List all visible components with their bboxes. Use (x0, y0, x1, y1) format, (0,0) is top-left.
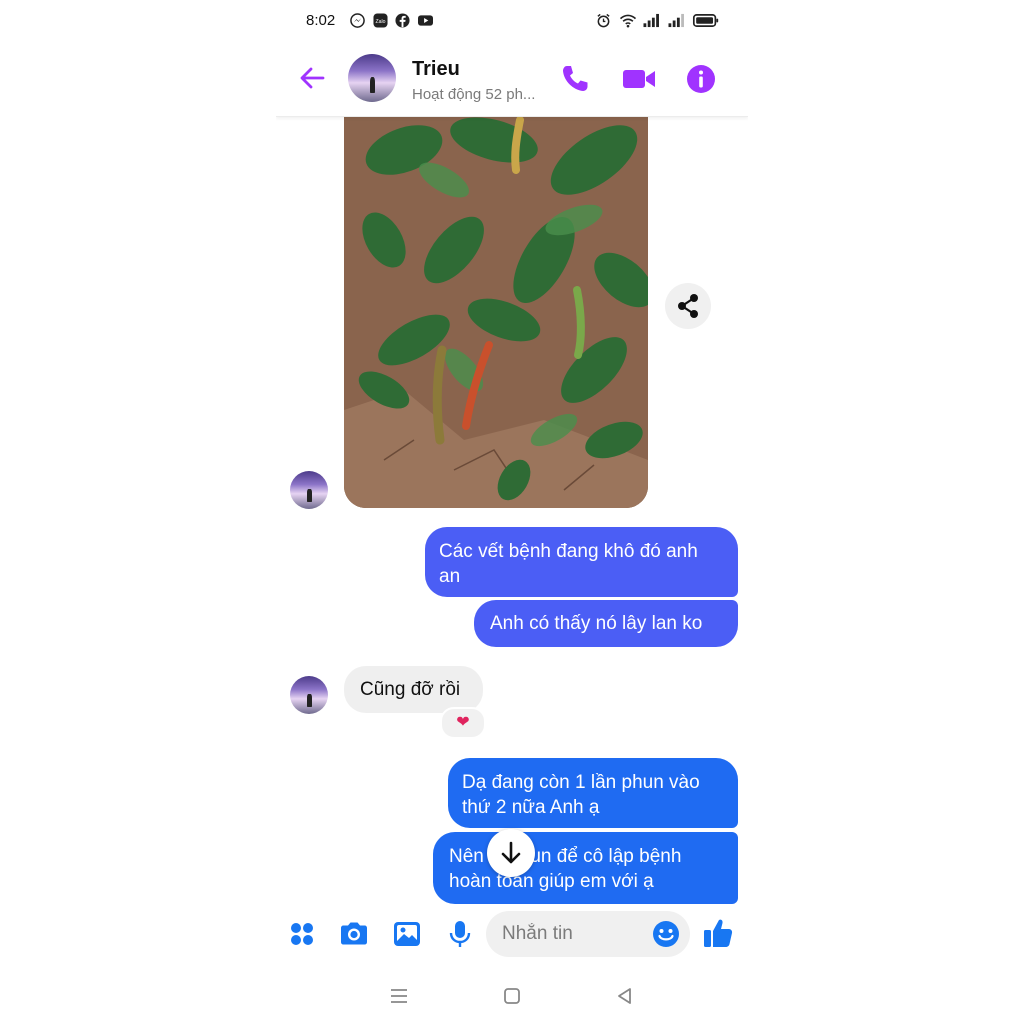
message-composer (276, 906, 748, 964)
messenger-icon (350, 13, 365, 28)
home-icon[interactable] (500, 984, 524, 1008)
messenger-screen: 8:02 Zalo Trieu Hoạt động 52 ph... Các v… (276, 0, 748, 1024)
signal-icon (668, 13, 684, 28)
phone-call-icon[interactable] (558, 62, 592, 96)
apps-menu-icon[interactable] (286, 918, 318, 950)
thumbs-up-icon[interactable] (702, 916, 734, 950)
message-bubble-outgoing[interactable]: Các vết bệnh đang khô đó anh an (425, 527, 738, 597)
message-bubble-outgoing[interactable]: Nên lo phun để cô lập bệnh hoàn toàn giú… (433, 832, 738, 904)
status-bar: 8:02 Zalo (276, 0, 748, 42)
status-time: 8:02 (306, 12, 336, 29)
zalo-icon: Zalo (373, 13, 388, 28)
zalo-icon-text: Zalo (375, 19, 385, 25)
message-bubble-outgoing[interactable]: Anh có thấy nó lây lan ko (474, 600, 738, 647)
share-icon (678, 294, 698, 318)
camera-icon[interactable] (338, 918, 370, 950)
share-button[interactable] (665, 283, 711, 329)
back-arrow-icon[interactable] (298, 64, 326, 92)
microphone-icon[interactable] (444, 918, 476, 950)
menu-icon[interactable] (387, 984, 411, 1008)
battery-icon (692, 14, 719, 27)
back-triangle-icon[interactable] (613, 984, 637, 1008)
facebook-icon (395, 13, 410, 28)
signal-icon (643, 13, 659, 28)
youtube-icon (418, 15, 433, 26)
scroll-to-bottom-button[interactable] (487, 829, 535, 877)
chat-header: Trieu Hoạt động 52 ph... (276, 42, 748, 117)
arrow-down-icon (501, 841, 521, 864)
activity-status: Hoạt động 52 ph... (412, 86, 536, 103)
wifi-icon (619, 14, 637, 28)
video-call-icon[interactable] (620, 62, 658, 96)
gallery-icon[interactable] (391, 918, 423, 950)
message-bubble-outgoing[interactable]: Dạ đang còn 1 lần phun vào thứ 2 nữa Anh… (448, 758, 738, 828)
contact-avatar-small[interactable] (290, 471, 328, 509)
alarm-icon (597, 13, 610, 28)
photo-message[interactable] (344, 110, 648, 508)
message-bubble-incoming[interactable]: Cũng đỡ rồi (344, 666, 483, 713)
info-icon[interactable] (684, 62, 718, 96)
contact-avatar-small[interactable] (290, 676, 328, 714)
chili-plant-photo (344, 110, 648, 508)
heart-reaction[interactable]: ❤ (440, 707, 486, 739)
contact-name[interactable]: Trieu (412, 58, 460, 81)
system-nav-bar (276, 970, 748, 1024)
emoji-icon[interactable] (652, 920, 680, 948)
contact-avatar[interactable] (348, 54, 396, 102)
